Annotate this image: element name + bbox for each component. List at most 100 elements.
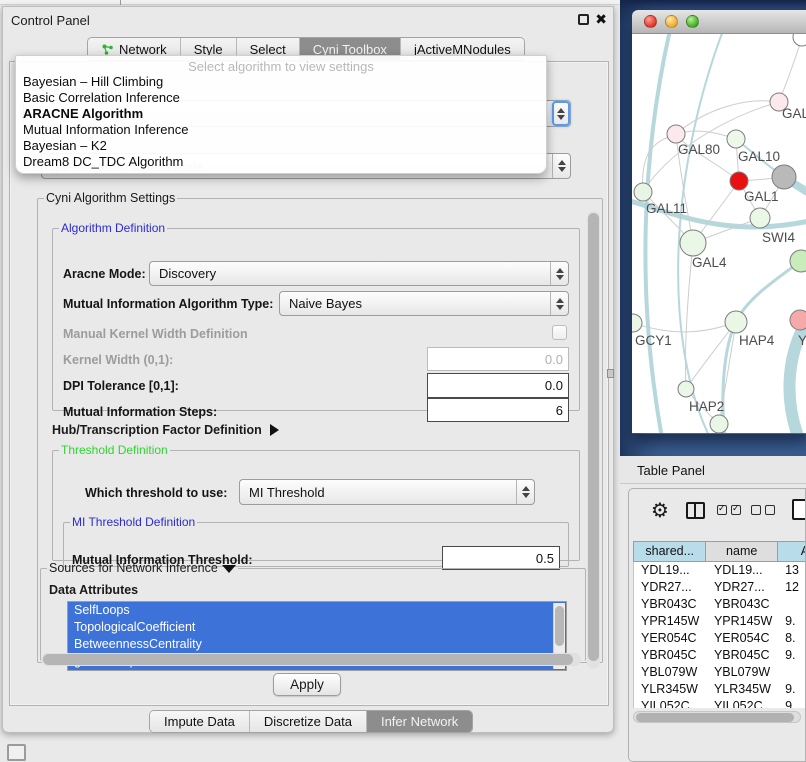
network-node-gal1[interactable] [730, 172, 748, 190]
deselect-all-icon[interactable] [751, 505, 775, 515]
network-node-gal4[interactable] [680, 230, 706, 256]
columns-icon[interactable] [686, 502, 705, 519]
table-horizontal-scrollbar[interactable] [633, 711, 801, 723]
tab-infer-network[interactable]: Infer Network [367, 711, 472, 732]
network-window-titlebar[interactable] [632, 10, 806, 34]
horizontal-scrollbar[interactable] [41, 653, 581, 666]
combo-stepper-icon[interactable] [550, 262, 568, 285]
algorithm-option[interactable]: Bayesian – Hill Climbing [16, 74, 546, 90]
attribute-item[interactable]: SelfLoops [68, 602, 566, 619]
collapse-down-icon[interactable] [222, 565, 236, 573]
table-row[interactable]: YER054CYER054C8. [634, 630, 806, 647]
which-threshold-combo[interactable]: MI Threshold [239, 479, 535, 505]
network-node-y[interactable] [790, 310, 806, 330]
select-all-icon[interactable] [717, 505, 741, 515]
network-node[interactable] [793, 34, 806, 46]
mi-type-combo[interactable]: Naive Bayes [279, 291, 569, 316]
scrollbar-thumb[interactable] [43, 654, 573, 665]
table-cell: YBR045C [634, 647, 707, 664]
minimize-traffic-light-icon[interactable] [665, 15, 678, 28]
apply-button[interactable]: Apply [273, 673, 341, 696]
table-row[interactable]: YBR045CYBR045C9. [634, 647, 806, 664]
combo-stepper-icon[interactable] [550, 292, 568, 315]
table-panel-titlebar: Table Panel [620, 456, 806, 484]
attribute-item[interactable]: BetweennessCentrality [68, 636, 566, 653]
hub-definition-toggle[interactable]: Hub/Transcription Factor Definition [52, 423, 279, 437]
dpi-tolerance-field[interactable] [427, 373, 569, 398]
node-label: GAL [782, 106, 806, 121]
window-corner-icon[interactable] [7, 744, 26, 761]
float-window-icon[interactable] [578, 14, 589, 25]
which-threshold-label: Which threshold to use: [85, 486, 227, 500]
manual-kernel-label: Manual Kernel Width Definition [63, 327, 248, 341]
column-header[interactable]: shared... [633, 541, 706, 562]
algorithm-dropdown-popup: Select algorithm to view settings Bayesi… [15, 55, 547, 174]
manual-kernel-checkbox[interactable] [552, 325, 567, 340]
network-view-window: GALGAL80GAL10GAL1GAL11SWI4GAL4GCY1HAP4YH… [632, 10, 806, 434]
node-label: Y [798, 333, 806, 348]
table-row[interactable]: YDL19...YDL19...13 [634, 562, 806, 579]
table-row[interactable]: YIL052CYIL052C9 [634, 698, 806, 708]
control-panel-titlebar: Control Panel ✖ [3, 7, 613, 33]
table-cell: YPR145W [634, 613, 707, 630]
algorithm-option[interactable]: Basic Correlation Inference [16, 90, 546, 106]
network-canvas[interactable]: GALGAL80GAL10GAL1GAL11SWI4GAL4GCY1HAP4YH… [632, 34, 806, 433]
node-label: GAL11 [646, 201, 687, 216]
network-edge[interactable] [676, 101, 779, 134]
settings-scrollbar[interactable] [587, 211, 600, 669]
column-header[interactable]: name [706, 541, 778, 562]
node-label: HAP2 [689, 399, 724, 414]
table-cell: 12 [778, 579, 806, 596]
network-node-gal11[interactable] [634, 183, 652, 201]
table-row[interactable]: YPR145WYPR145W9. [634, 613, 806, 630]
network-node-gal10[interactable] [727, 130, 745, 148]
hub-definition-label: Hub/Transcription Factor Definition [52, 423, 262, 437]
algorithm-option[interactable]: Mutual Information Inference [16, 122, 546, 138]
combo-stepper-icon[interactable] [516, 480, 534, 504]
scrollbar-thumb[interactable] [588, 213, 599, 661]
split-pane-grip[interactable] [607, 369, 614, 378]
table-cell: 9 [778, 698, 806, 708]
zoom-traffic-light-icon[interactable] [686, 15, 699, 28]
table-row[interactable]: YDR27...YDR27...12 [634, 579, 806, 596]
document-icon[interactable] [792, 499, 806, 520]
network-edge[interactable] [645, 34, 670, 433]
network-node-gcy1[interactable] [632, 314, 642, 332]
expand-right-icon [270, 424, 279, 436]
network-node[interactable] [710, 415, 728, 433]
scrollbar-thumb[interactable] [636, 713, 794, 722]
table-row[interactable]: YBL079WYBL079W [634, 664, 806, 681]
data-attributes-label: Data Attributes [49, 583, 138, 597]
aracne-mode-combo[interactable]: Discovery [149, 261, 569, 286]
table-cell: YBR043C [707, 596, 778, 613]
mi-steps-field[interactable] [427, 398, 569, 422]
network-node[interactable] [772, 165, 796, 189]
table-cell: YER054C [707, 630, 778, 647]
kernel-width-label: Kernel Width (0,1): [63, 353, 173, 367]
table-cell: YIL052C [634, 698, 707, 708]
algorithm-option[interactable]: ARACNE Algorithm [16, 106, 546, 122]
kernel-width-field [427, 347, 569, 371]
gear-icon[interactable]: ⚙ [651, 501, 669, 521]
tab-impute-data[interactable]: Impute Data [150, 711, 250, 732]
table-cell: YBL079W [707, 664, 778, 681]
attribute-item[interactable]: TopologicalCoefficient [68, 619, 566, 636]
network-node-hap4[interactable] [725, 311, 747, 333]
table-row[interactable]: YLR345WYLR345W9. [634, 681, 806, 698]
algorithm-definition-group: Algorithm Definition Aracne Mode: Discov… [52, 221, 580, 411]
table-cell: YDR27... [634, 579, 707, 596]
close-traffic-light-icon[interactable] [644, 15, 657, 28]
table-cell: 9. [778, 647, 806, 664]
scrollbar-thumb[interactable] [555, 606, 564, 646]
algorithm-option[interactable]: Dream8 DC_TDC Algorithm [16, 154, 546, 170]
table-row[interactable]: YBR043CYBR043C [634, 596, 806, 613]
algorithm-option[interactable]: Bayesian – K2 [16, 138, 546, 154]
table-rows: YDL19...YDL19...13YDR27...YDR27...12YBR0… [633, 562, 806, 708]
network-node-swi4[interactable] [750, 208, 770, 228]
tab-discretize-data[interactable]: Discretize Data [250, 711, 367, 732]
network-node-hap2[interactable] [678, 381, 694, 397]
network-node-gal80[interactable] [667, 125, 685, 143]
close-icon[interactable]: ✖ [595, 11, 607, 28]
column-header[interactable]: A [778, 541, 806, 562]
network-edge[interactable] [779, 37, 802, 102]
